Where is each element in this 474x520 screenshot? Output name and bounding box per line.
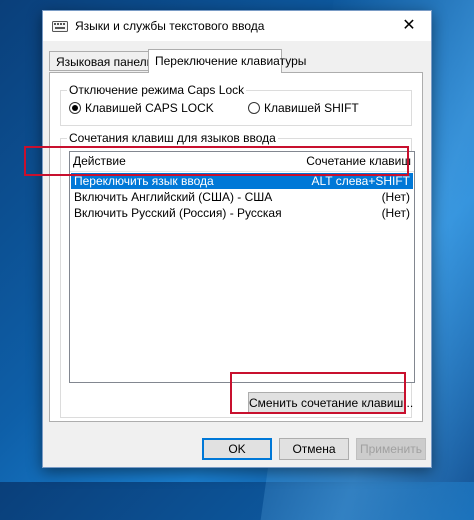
caps-lock-group: Отключение режима Caps Lock Клавишей CAP… [60, 83, 412, 126]
highlight-frame-selected-row [24, 146, 409, 176]
radio-selected-icon [69, 102, 81, 114]
caps-lock-group-label: Отключение режима Caps Lock [67, 83, 247, 97]
hotkeys-group-label: Сочетания клавиш для языков ввода [67, 131, 278, 145]
radio-shift-label: Клавишей SHIFT [264, 101, 359, 115]
hotkeys-list[interactable]: Действие Сочетание клавиш Переключить яз… [69, 151, 415, 383]
list-item[interactable]: Включить Английский (США) - США (Нет) [71, 189, 413, 205]
row-keys: (Нет) [381, 190, 410, 204]
ok-button[interactable]: OK [202, 438, 272, 460]
tab-language-bar[interactable]: Языковая панель [49, 51, 153, 71]
window-title: Языки и службы текстового ввода [75, 19, 265, 33]
title-bar[interactable]: Языки и службы текстового ввода ✕ [43, 11, 431, 41]
keyboard-switching-panel: Отключение режима Caps Lock Клавишей CAP… [49, 72, 423, 422]
list-item[interactable]: Включить Русский (Россия) - Русская (Нет… [71, 205, 413, 221]
keyboard-icon [52, 21, 68, 32]
tab-keyboard-switching[interactable]: Переключение клавиатуры [148, 49, 306, 73]
radio-caps-lock[interactable]: Клавишей CAPS LOCK [69, 101, 214, 115]
row-action: Включить Английский (США) - США [74, 190, 273, 204]
close-button[interactable]: ✕ [387, 11, 431, 41]
row-keys: (Нет) [381, 206, 410, 220]
row-action: Включить Русский (Россия) - Русская [74, 206, 282, 220]
radio-caps-lock-label: Клавишей CAPS LOCK [85, 101, 214, 115]
radio-unselected-icon [248, 102, 260, 114]
cancel-button[interactable]: Отмена [279, 438, 349, 460]
highlight-frame-change-button [230, 372, 406, 414]
apply-button: Применить [356, 438, 426, 460]
radio-shift[interactable]: Клавишей SHIFT [248, 101, 359, 115]
